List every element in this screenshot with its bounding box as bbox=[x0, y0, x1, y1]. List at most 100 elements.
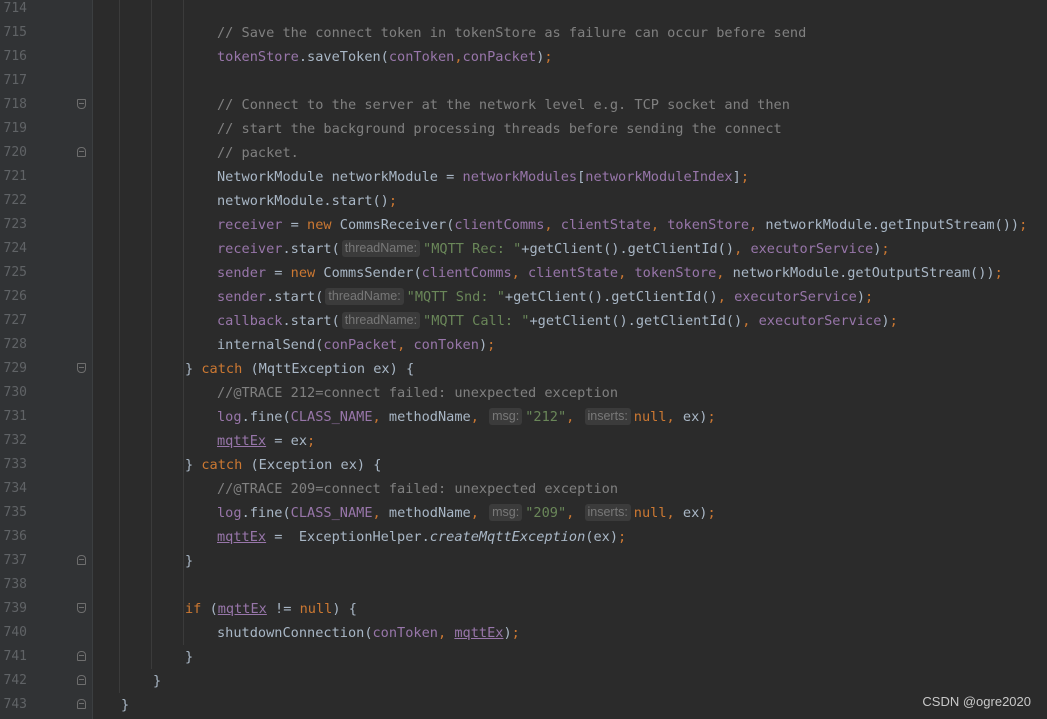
code-token: sender bbox=[217, 289, 267, 305]
code-token: ) bbox=[856, 289, 866, 305]
code-line[interactable]: 715 // Save the connect token in tokenSto… bbox=[0, 21, 1047, 45]
code-text[interactable]: } bbox=[185, 549, 193, 573]
code-text[interactable]: //@TRACE 212=connect failed: unexpected … bbox=[217, 381, 618, 405]
code-token: ; bbox=[1019, 217, 1028, 233]
fold-end-icon[interactable] bbox=[77, 699, 86, 709]
code-line[interactable]: 743} bbox=[0, 693, 1047, 717]
code-text[interactable]: log.fine(CLASS_NAME, methodName, msg: "21… bbox=[217, 405, 716, 429]
code-token: "MQTT Call: " bbox=[423, 313, 530, 329]
code-token: new bbox=[307, 217, 340, 233]
code-token: .start( bbox=[282, 313, 340, 329]
code-text[interactable]: mqttEx = ExceptionHelper.createMqttExcep… bbox=[217, 525, 626, 549]
code-line[interactable]: 739 if (mqttEx != null) { bbox=[0, 597, 1047, 621]
code-text[interactable]: } bbox=[121, 693, 129, 717]
line-number: 722 bbox=[3, 193, 27, 208]
code-token: mqttEx bbox=[217, 433, 267, 449]
code-editor[interactable]: 714 715 // Save the connect token in token… bbox=[0, 0, 1047, 719]
fold-end-icon[interactable] bbox=[77, 675, 86, 685]
fold-collapse-icon[interactable] bbox=[77, 603, 86, 613]
code-line[interactable]: 723 receiver = new CommsReceiver(clientCo… bbox=[0, 213, 1047, 237]
code-line[interactable]: 732 mqttEx = ex; bbox=[0, 429, 1047, 453]
code-token: tokenStore bbox=[667, 217, 750, 233]
code-line[interactable]: 722 networkModule.start(); bbox=[0, 189, 1047, 213]
code-line[interactable]: 727 callback.start(threadName: "MQTT Call:… bbox=[0, 309, 1047, 333]
line-number: 718 bbox=[3, 97, 27, 112]
code-line[interactable]: 733} catch (Exception ex) { bbox=[0, 453, 1047, 477]
code-text[interactable]: //@TRACE 209=connect failed: unexpected … bbox=[217, 477, 618, 501]
code-line[interactable]: 725 sender = new CommsSender(clientComms,… bbox=[0, 261, 1047, 285]
code-token: clientComms bbox=[454, 217, 545, 233]
code-text[interactable]: log.fine(CLASS_NAME, methodName, msg: "20… bbox=[217, 501, 716, 525]
code-token: receiver bbox=[217, 241, 283, 257]
code-line[interactable]: 740 shutdownConnection(conToken, mqttEx); bbox=[0, 621, 1047, 645]
code-line[interactable]: 714 bbox=[0, 0, 1047, 21]
fold-collapse-icon[interactable] bbox=[77, 99, 86, 109]
code-line[interactable]: 721 NetworkModule networkModule = network… bbox=[0, 165, 1047, 189]
code-token: conToken bbox=[372, 625, 438, 641]
code-line[interactable]: 729} catch (MqttException ex) { bbox=[0, 357, 1047, 381]
code-text[interactable]: // start the background processing threa… bbox=[217, 117, 782, 141]
code-token: new bbox=[290, 265, 324, 281]
code-text[interactable]: // Save the connect token in tokenStore … bbox=[217, 21, 806, 45]
code-line[interactable]: 742} bbox=[0, 669, 1047, 693]
code-line[interactable]: 735 log.fine(CLASS_NAME, methodName, msg:… bbox=[0, 501, 1047, 525]
code-line[interactable]: 738 bbox=[0, 573, 1047, 597]
code-token: CommsReceiver( bbox=[339, 217, 455, 233]
code-token: (Exception ex) { bbox=[250, 457, 382, 473]
code-text[interactable]: } catch (MqttException ex) { bbox=[185, 357, 414, 381]
code-token: shutdownConnection( bbox=[217, 625, 373, 641]
code-text[interactable]: sender = new CommsSender(clientComms, cl… bbox=[217, 261, 1003, 285]
code-token: conPacket bbox=[462, 49, 537, 65]
code-token: conToken bbox=[388, 49, 455, 65]
code-text[interactable]: if (mqttEx != null) { bbox=[185, 597, 357, 621]
parameter-hint: msg: bbox=[489, 504, 523, 521]
code-text[interactable]: tokenStore.saveToken(conToken,conPacket)… bbox=[217, 45, 553, 69]
code-text[interactable]: } catch (Exception ex) { bbox=[185, 453, 381, 477]
code-text[interactable]: receiver.start(threadName: "MQTT Rec: "+g… bbox=[217, 237, 890, 261]
fold-end-icon[interactable] bbox=[77, 147, 86, 157]
code-text[interactable]: NetworkModule networkModule = networkMod… bbox=[217, 165, 749, 189]
code-line[interactable]: 730 //@TRACE 212=connect failed: unexpect… bbox=[0, 381, 1047, 405]
code-line[interactable]: 728 internalSend(conPacket, conToken); bbox=[0, 333, 1047, 357]
code-text[interactable]: shutdownConnection(conToken, mqttEx); bbox=[217, 621, 520, 645]
code-token: // packet. bbox=[217, 145, 299, 161]
code-line[interactable]: 724 receiver.start(threadName: "MQTT Rec: … bbox=[0, 237, 1047, 261]
fold-end-icon[interactable] bbox=[77, 651, 86, 661]
code-line[interactable]: 717 bbox=[0, 69, 1047, 93]
code-text[interactable]: sender.start(threadName: "MQTT Snd: "+get… bbox=[217, 285, 873, 309]
code-token: networkModules bbox=[462, 169, 578, 185]
code-text[interactable]: } bbox=[153, 669, 161, 693]
code-token: createMqttException bbox=[429, 529, 586, 545]
code-token: .saveToken( bbox=[298, 49, 389, 65]
code-token: .start( bbox=[266, 289, 324, 305]
fold-end-icon[interactable] bbox=[77, 555, 86, 565]
code-token: +getClient().getClientId() bbox=[521, 241, 735, 257]
code-line[interactable]: 726 sender.start(threadName: "MQTT Snd: "+… bbox=[0, 285, 1047, 309]
code-token: (ex) bbox=[585, 529, 619, 545]
code-line[interactable]: 719 // start the background processing th… bbox=[0, 117, 1047, 141]
code-line[interactable]: 741} bbox=[0, 645, 1047, 669]
code-line[interactable]: 737} bbox=[0, 549, 1047, 573]
code-line[interactable]: 718 // Connect to the server at the netwo… bbox=[0, 93, 1047, 117]
code-text[interactable]: callback.start(threadName: "MQTT Call: "+… bbox=[217, 309, 898, 333]
code-line[interactable]: 734 //@TRACE 209=connect failed: unexpect… bbox=[0, 477, 1047, 501]
code-text[interactable]: // packet. bbox=[217, 141, 299, 165]
fold-collapse-icon[interactable] bbox=[77, 363, 86, 373]
code-text[interactable]: // Connect to the server at the network … bbox=[217, 93, 790, 117]
parameter-hint: msg: bbox=[489, 408, 523, 425]
code-token: , bbox=[454, 49, 463, 65]
code-line[interactable]: 736 mqttEx = ExceptionHelper.createMqttEx… bbox=[0, 525, 1047, 549]
code-token: null bbox=[299, 601, 333, 617]
code-text[interactable]: networkModule.start(); bbox=[217, 189, 397, 213]
code-text[interactable]: receiver = new CommsReceiver(clientComms… bbox=[217, 213, 1027, 237]
code-line[interactable]: 716 tokenStore.saveToken(conToken,conPack… bbox=[0, 45, 1047, 69]
code-text[interactable]: } bbox=[185, 645, 193, 669]
code-text[interactable]: internalSend(conPacket, conToken); bbox=[217, 333, 495, 357]
parameter-hint: inserts: bbox=[584, 504, 631, 521]
code-token: conToken bbox=[413, 337, 479, 353]
line-number: 728 bbox=[3, 337, 27, 352]
code-text[interactable]: mqttEx = ex; bbox=[217, 429, 315, 453]
code-line[interactable]: 720 // packet. bbox=[0, 141, 1047, 165]
code-line[interactable]: 731 log.fine(CLASS_NAME, methodName, msg:… bbox=[0, 405, 1047, 429]
code-token: mqttEx bbox=[454, 625, 504, 641]
